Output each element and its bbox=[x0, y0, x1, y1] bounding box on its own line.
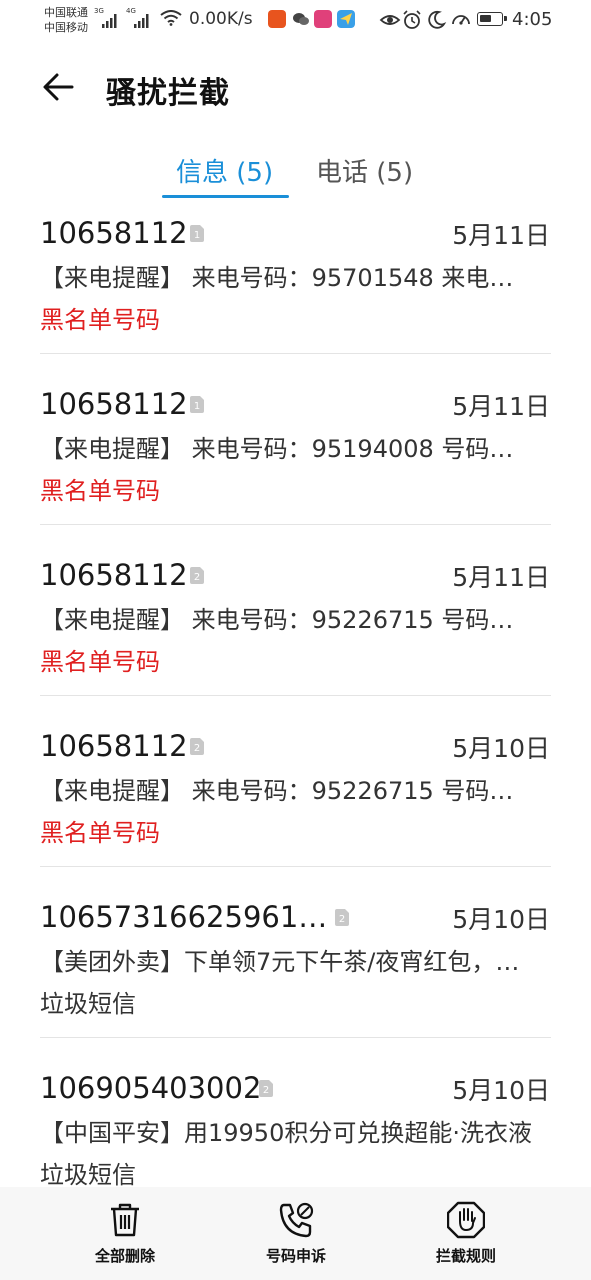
block-rules-button[interactable]: 拦截规则 bbox=[386, 1187, 546, 1280]
battery-icon bbox=[477, 12, 507, 26]
wechat-icon bbox=[293, 13, 309, 25]
send-app-icon bbox=[337, 10, 355, 28]
gauge-icon bbox=[452, 15, 470, 25]
tab-calls[interactable]: 电话 (5) bbox=[316, 152, 413, 189]
sim-card-icon: 1 bbox=[190, 396, 204, 413]
message-date: 5月10日 bbox=[452, 734, 550, 763]
sim-card-icon: 1 bbox=[190, 225, 204, 242]
message-date: 5月10日 bbox=[452, 1076, 550, 1105]
shopping-app-icon bbox=[268, 10, 286, 28]
divider bbox=[40, 695, 551, 696]
delete-all-button[interactable]: 全部删除 bbox=[45, 1187, 205, 1280]
divider bbox=[40, 353, 551, 354]
svg-text:2: 2 bbox=[263, 1085, 269, 1096]
clock: 4:05 bbox=[512, 9, 553, 30]
number-appeal-button[interactable]: 号码申诉 bbox=[216, 1187, 376, 1280]
tab-indicator bbox=[162, 195, 289, 198]
block-reason-label: 垃圾短信 bbox=[40, 1161, 136, 1189]
block-reason-label: 黑名单号码 bbox=[40, 477, 160, 505]
carrier-labels: 中国联通 中国移动 bbox=[44, 5, 88, 35]
message-date: 5月11日 bbox=[452, 392, 550, 421]
hand-shield-icon bbox=[447, 1201, 485, 1239]
divider bbox=[40, 866, 551, 867]
delete-all-label: 全部删除 bbox=[94, 1247, 155, 1265]
sim-card-icon: 2 bbox=[190, 738, 204, 755]
divider bbox=[40, 524, 551, 525]
block-reason-label: 垃圾短信 bbox=[40, 990, 136, 1018]
message-date: 5月11日 bbox=[452, 221, 550, 250]
alarm-icon bbox=[403, 10, 421, 29]
message-sender: 10658112 bbox=[40, 729, 188, 763]
svg-text:1: 1 bbox=[194, 230, 200, 241]
phone-appeal-icon bbox=[279, 1202, 314, 1238]
message-preview: 【来电提醒】 来电号码：95226715 号码归属地 bbox=[40, 606, 535, 634]
message-sender: 10658112 bbox=[40, 558, 188, 592]
tab-messages[interactable]: 信息 (5) bbox=[176, 152, 273, 189]
network-speed: 0.00K/s bbox=[189, 9, 253, 29]
back-button[interactable] bbox=[38, 66, 80, 108]
message-preview: 【来电提醒】 来电号码：95701548 来电时间：5月11日 bbox=[40, 264, 535, 292]
back-arrow-icon bbox=[43, 73, 74, 101]
status-bar: 中国联通 中国移动 3G 4G 0.00K/s 4:05 bbox=[0, 0, 591, 40]
message-sender: 10657316625961… bbox=[40, 900, 328, 934]
message-item[interactable]: 10658112 1 5月11日【来电提醒】 来电号码：95194008 号码归属地… bbox=[0, 387, 591, 558]
message-item[interactable]: 10658112 1 5月11日【来电提醒】 来电号码：95701548 来电时间：… bbox=[0, 216, 591, 387]
message-preview: 【中国平安】用19950积分可兑换超能·洗衣液 bbox=[40, 1119, 532, 1147]
bottom-toolbar: 全部删除 号码申诉 拦截规则 bbox=[0, 1187, 591, 1280]
message-sender: 106905403002 bbox=[40, 1071, 262, 1105]
block-rules-label: 拦截规则 bbox=[435, 1247, 496, 1265]
carrier-2: 中国移动 bbox=[44, 21, 88, 34]
message-sender: 10658112 bbox=[40, 387, 188, 421]
message-date: 5月10日 bbox=[452, 905, 550, 934]
message-item[interactable]: 10657316625961… 2 5月10日【美团外卖】下单领7元下午茶/夜宵红包… bbox=[0, 900, 591, 1071]
message-item[interactable]: 10658112 2 5月11日【来电提醒】 来电号码：95226715 号码归属地… bbox=[0, 558, 591, 729]
carrier-1: 中国联通 bbox=[44, 6, 88, 19]
divider bbox=[40, 1037, 551, 1038]
block-reason-label: 黑名单号码 bbox=[40, 648, 160, 676]
message-item[interactable]: 10658112 2 5月10日【来电提醒】 来电号码：95226715 号码归属地… bbox=[0, 729, 591, 900]
app-icon bbox=[314, 10, 332, 28]
message-preview: 【美团外卖】下单领7元下午茶/夜宵红包，限时领取 bbox=[40, 948, 535, 976]
block-reason-label: 黑名单号码 bbox=[40, 819, 160, 847]
eye-icon bbox=[379, 15, 401, 25]
svg-text:2: 2 bbox=[194, 743, 200, 754]
moon-icon bbox=[428, 10, 447, 29]
message-preview: 【来电提醒】 来电号码：95194008 号码归属地 bbox=[40, 435, 535, 463]
sim-card-icon: 2 bbox=[190, 567, 204, 584]
number-appeal-label: 号码申诉 bbox=[265, 1247, 326, 1265]
sim-card-icon: 2 bbox=[259, 1080, 273, 1097]
message-preview: 【来电提醒】 来电号码：95226715 号码归属地 bbox=[40, 777, 535, 805]
message-date: 5月11日 bbox=[452, 563, 550, 592]
trash-icon bbox=[111, 1203, 139, 1237]
sim-card-icon: 2 bbox=[335, 909, 349, 926]
svg-text:1: 1 bbox=[194, 401, 200, 412]
block-reason-label: 黑名单号码 bbox=[40, 306, 160, 334]
wifi-icon bbox=[160, 10, 182, 26]
message-sender: 10658112 bbox=[40, 216, 188, 250]
svg-text:2: 2 bbox=[339, 914, 345, 925]
svg-text:2: 2 bbox=[194, 572, 200, 583]
page-title: 骚扰拦截 bbox=[106, 76, 230, 111]
